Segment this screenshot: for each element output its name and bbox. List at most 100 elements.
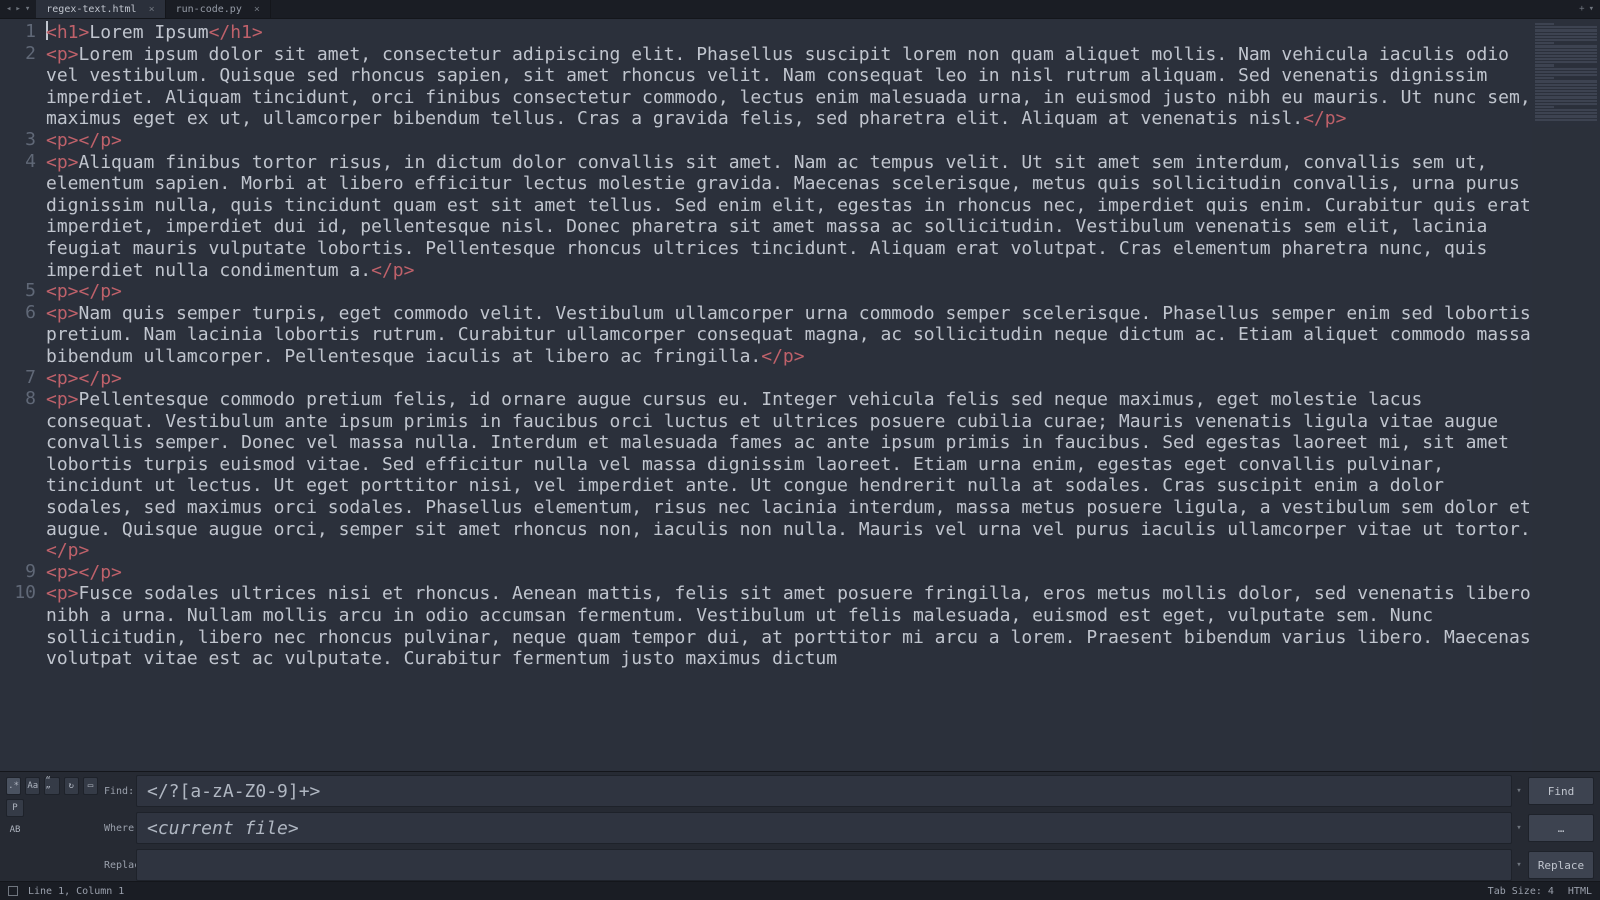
forward-icon[interactable]: ▸ [15, 4, 20, 14]
chevron-down-icon[interactable]: ▾ [1589, 4, 1594, 14]
code-line[interactable]: <p>Fusce sodales ultrices nisi et rhoncu… [46, 583, 1532, 669]
find-input[interactable]: </?[a-zA-Z0-9]+> [136, 775, 1512, 807]
status-selection[interactable]: Line 1, Column 1 [28, 886, 124, 897]
html-tag-token: </p> [79, 562, 122, 583]
minimap-line [1535, 93, 1597, 95]
new-tab-icon[interactable]: + [1579, 4, 1584, 14]
html-tag-token: </p> [1303, 108, 1346, 129]
tab-history-controls: ◂ ▸ ▾ [0, 0, 36, 18]
replace-input[interactable] [136, 849, 1512, 881]
minimap-line [1535, 112, 1597, 114]
line-number-continuation [0, 453, 36, 475]
highlight-toggle[interactable]: AB [6, 821, 24, 839]
status-syntax[interactable]: HTML [1568, 886, 1592, 897]
whole-word-toggle[interactable]: “ ” [44, 777, 59, 795]
code-line[interactable]: <p></p> [46, 130, 1532, 152]
regex-toggle[interactable]: .* [6, 777, 21, 795]
text-token: Lorem Ipsum [89, 22, 208, 43]
line-number-continuation [0, 259, 36, 281]
line-number: 4 [0, 151, 36, 173]
line-number-continuation [0, 496, 36, 518]
line-number-continuation [0, 86, 36, 108]
line-number: 10 [0, 582, 36, 604]
replace-button[interactable]: Replace [1528, 851, 1594, 879]
minimap-line [1535, 26, 1597, 28]
line-number: 9 [0, 561, 36, 583]
line-number: 6 [0, 302, 36, 324]
minimap-line [1535, 103, 1597, 105]
html-tag-token: <p> [46, 44, 79, 65]
line-number-continuation [0, 604, 36, 626]
minimap-line [1535, 39, 1597, 41]
minimap-line [1535, 119, 1597, 121]
html-tag-token: </h1> [209, 22, 263, 43]
replace-history-dropdown[interactable]: ▾ [1512, 860, 1526, 870]
tab-run-code-py[interactable]: run-code.py × [166, 0, 271, 18]
html-tag-token: <p> [46, 389, 79, 410]
line-number-gutter: 12 34 56 78 910 [0, 19, 44, 771]
line-number-continuation [0, 539, 36, 561]
html-tag-token: <p> [46, 583, 79, 604]
line-number-continuation [0, 323, 36, 345]
line-number: 3 [0, 129, 36, 151]
code-line[interactable]: <p>Nam quis semper turpis, eget commodo … [46, 303, 1532, 368]
code-line[interactable]: <p>Aliquam finibus tortor risus, in dict… [46, 152, 1532, 282]
minimap[interactable] [1532, 19, 1600, 771]
line-number: 1 [0, 21, 36, 43]
wrap-toggle[interactable]: ↻ [64, 777, 79, 795]
minimap-line [1535, 87, 1597, 89]
text-token: Fusce sodales ultrices nisi et rhoncus. … [46, 583, 1532, 669]
line-number: 8 [0, 388, 36, 410]
minimap-line [1535, 71, 1597, 73]
find-replace-panel: .* Aa “ ” ↻ ▭ P AB Find: </?[a-zA-Z0-9]+… [0, 771, 1600, 881]
workspace: 12 34 56 78 910 <h1>Lorem Ipsum</h1><p>L… [0, 19, 1600, 771]
find-input-value: </?[a-zA-Z0-9]+> [147, 781, 320, 802]
code-area[interactable]: <h1>Lorem Ipsum</h1><p>Lorem ipsum dolor… [44, 19, 1532, 771]
minimap-line [1535, 90, 1597, 92]
close-icon[interactable]: × [137, 4, 155, 15]
panel-switcher-icon[interactable] [8, 886, 18, 896]
code-line[interactable]: <h1>Lorem Ipsum</h1> [46, 21, 1532, 44]
find-history-dropdown[interactable]: ▾ [1512, 786, 1526, 796]
line-number: 2 [0, 43, 36, 65]
line-number: 5 [0, 280, 36, 302]
line-number-continuation [0, 107, 36, 129]
code-line[interactable]: <p></p> [46, 562, 1532, 584]
line-number-continuation [0, 474, 36, 496]
status-tab-size[interactable]: Tab Size: 4 [1488, 886, 1554, 897]
code-line[interactable]: <p>Pellentesque commodo pretium felis, i… [46, 389, 1532, 562]
in-selection-toggle[interactable]: ▭ [83, 777, 98, 795]
line-number-continuation [0, 64, 36, 86]
find-button[interactable]: Find [1528, 777, 1594, 805]
where-label: Where: [104, 823, 136, 834]
minimap-line [1535, 80, 1597, 82]
html-tag-token: <p> [46, 562, 79, 583]
case-sensitive-toggle[interactable]: Aa [25, 777, 40, 795]
where-browse-button[interactable]: … [1528, 814, 1594, 842]
code-line[interactable]: <p>Lorem ipsum dolor sit amet, consectet… [46, 44, 1532, 130]
back-icon[interactable]: ◂ [6, 4, 11, 14]
code-line[interactable]: <p></p> [46, 281, 1532, 303]
line-number: 7 [0, 367, 36, 389]
tab-regex-text-html[interactable]: regex-text.html × [36, 0, 165, 18]
html-tag-token: <p> [46, 303, 79, 324]
html-tag-token: </p> [46, 540, 89, 561]
line-number-continuation [0, 345, 36, 367]
html-tag-token: </p> [79, 130, 122, 151]
replace-label: Replace: [104, 860, 136, 871]
where-history-dropdown[interactable]: ▾ [1512, 823, 1526, 833]
preserve-case-toggle[interactable]: P [6, 799, 24, 817]
code-line[interactable]: <p></p> [46, 368, 1532, 390]
line-number-continuation [0, 431, 36, 453]
close-icon[interactable]: × [242, 4, 260, 15]
line-number-continuation [0, 237, 36, 259]
html-tag-token: <p> [46, 152, 79, 173]
where-input[interactable]: <current file> [136, 812, 1512, 844]
editor[interactable]: 12 34 56 78 910 <h1>Lorem Ipsum</h1><p>L… [0, 19, 1600, 771]
text-token: Aliquam finibus tortor risus, in dictum … [46, 152, 1532, 281]
minimap-line [1535, 36, 1597, 38]
tab-bar: ◂ ▸ ▾ regex-text.html × run-code.py × + … [0, 0, 1600, 19]
minimap-line [1535, 74, 1597, 76]
line-number-continuation [0, 410, 36, 432]
chevron-down-icon[interactable]: ▾ [25, 4, 30, 14]
